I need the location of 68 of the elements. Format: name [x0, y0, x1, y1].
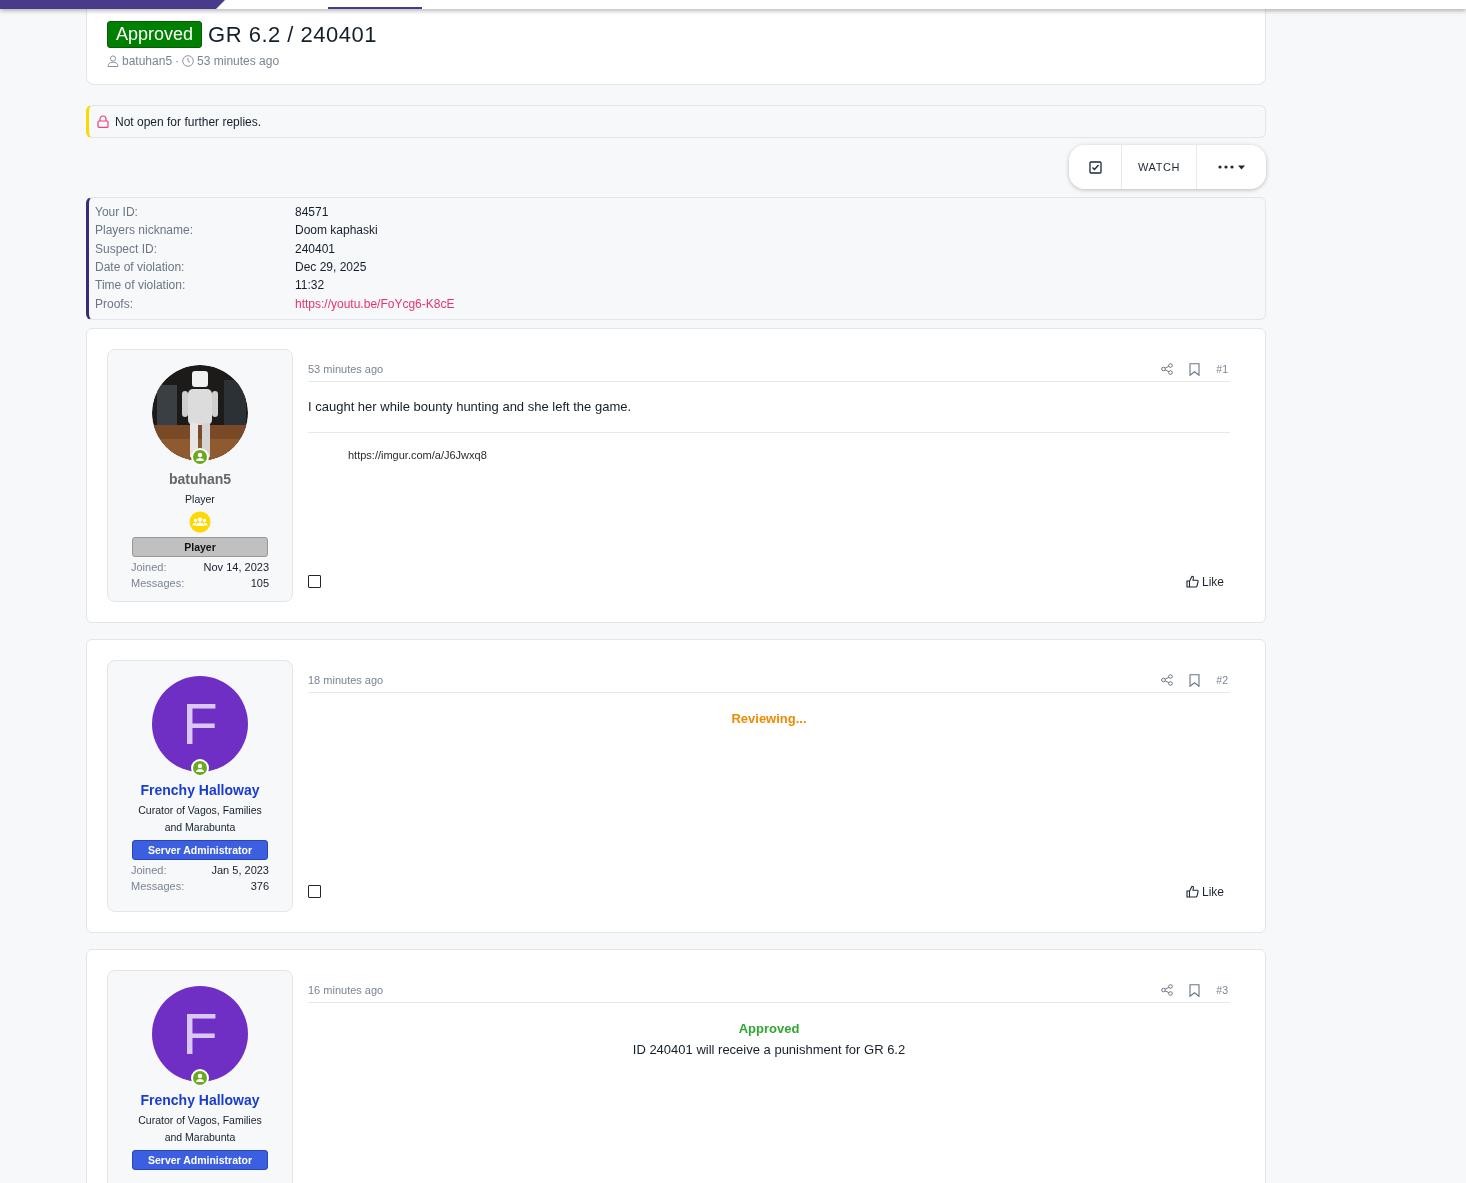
- username-link[interactable]: Frenchy Halloway: [140, 1091, 260, 1108]
- field-label: Your ID:: [95, 205, 139, 220]
- field-label: Proofs:: [95, 296, 134, 311]
- stat-label: Messages:: [131, 576, 185, 589]
- bookmark-icon[interactable]: [1189, 362, 1201, 376]
- thread-time: 53 minutes ago: [197, 54, 280, 68]
- stat-value: 376: [250, 879, 269, 892]
- field-value: 11:32: [295, 278, 325, 293]
- post-time[interactable]: 18 minutes ago: [308, 674, 384, 687]
- user-title: Curator of Vagos, Families and Marabunta: [137, 802, 263, 835]
- separator-dot: ·: [175, 54, 180, 68]
- status-text: Reviewing...: [730, 710, 808, 726]
- post-time[interactable]: 53 minutes ago: [308, 363, 384, 376]
- user-title: Player: [184, 491, 216, 507]
- thumbs-up-icon: [1186, 885, 1199, 899]
- bookmark-icon[interactable]: [1189, 983, 1201, 997]
- share-icon[interactable]: [1161, 363, 1174, 376]
- stat-label: Joined:: [131, 560, 167, 573]
- more-dots-icon: [1216, 163, 1247, 171]
- username-link[interactable]: batuhan5: [168, 470, 232, 487]
- user-banner: Server Administrator: [132, 839, 268, 860]
- field-label: Players nickname:: [95, 223, 195, 238]
- share-icon[interactable]: [1161, 984, 1174, 997]
- lock-icon: [97, 115, 109, 128]
- user-icon: [107, 55, 119, 67]
- field-label: Time of violation:: [95, 278, 187, 293]
- post-number-link[interactable]: #2: [1216, 674, 1228, 687]
- user-title: Curator of Vagos, Families and Marabunta: [137, 1112, 263, 1145]
- user-avatar[interactable]: F: [152, 675, 248, 772]
- post-number-link[interactable]: #1: [1216, 363, 1228, 376]
- like-button[interactable]: Like: [1180, 573, 1230, 590]
- status-text: Approved: [737, 1020, 801, 1036]
- field-value: Dec 29, 2025: [295, 260, 367, 275]
- username-link[interactable]: Frenchy Halloway: [140, 781, 260, 798]
- share-icon[interactable]: [1161, 674, 1174, 687]
- field-value: 84571: [295, 205, 329, 220]
- thumbs-up-icon: [1186, 575, 1199, 589]
- watch-button[interactable]: WATCH: [1121, 145, 1196, 189]
- stat-value: Jan 5, 2023: [211, 863, 269, 876]
- thread-title: GR 6.2 / 240401: [208, 21, 377, 48]
- stat-value: 105: [250, 576, 269, 589]
- like-button[interactable]: Like: [1180, 883, 1230, 900]
- post-time[interactable]: 16 minutes ago: [308, 984, 384, 997]
- post-number-link[interactable]: #3: [1216, 984, 1228, 997]
- proof-link[interactable]: https://youtu.be/FoYcg6-K8cE: [295, 296, 455, 311]
- field-value: 240401: [295, 241, 336, 256]
- bookmark-icon[interactable]: [1189, 673, 1201, 687]
- notice-text: Not open for further replies.: [115, 114, 262, 129]
- stat-label: Messages:: [131, 879, 185, 892]
- stat-label: Joined:: [131, 863, 167, 876]
- clock-icon: [182, 55, 195, 67]
- user-banner: Server Administrator: [132, 1149, 268, 1170]
- stat-value: Nov 14, 2023: [203, 560, 269, 573]
- user-banner: Player: [132, 536, 268, 557]
- field-value: Doom kaphaski: [295, 223, 378, 238]
- embed-link[interactable]: https://imgur.com/a/J6Jwxq8: [348, 448, 487, 461]
- checkbox-icon: [1088, 160, 1102, 174]
- group-icon: [189, 510, 211, 533]
- user-avatar[interactable]: F: [152, 985, 248, 1082]
- select-post-checkbox[interactable]: [308, 885, 321, 899]
- post-text: I caught her while bounty hunting and she left the game.: [308, 381, 1230, 433]
- field-label: Suspect ID:: [95, 241, 159, 256]
- select-thread-button[interactable]: [1069, 145, 1121, 189]
- post-text: ID 240401 will receive a punishment for GR 6.2: [631, 1041, 907, 1057]
- select-post-checkbox[interactable]: [308, 575, 321, 589]
- field-label: Date of violation:: [95, 260, 186, 275]
- status-label: Approved: [107, 21, 203, 48]
- author-link[interactable]: batuhan5: [122, 54, 173, 68]
